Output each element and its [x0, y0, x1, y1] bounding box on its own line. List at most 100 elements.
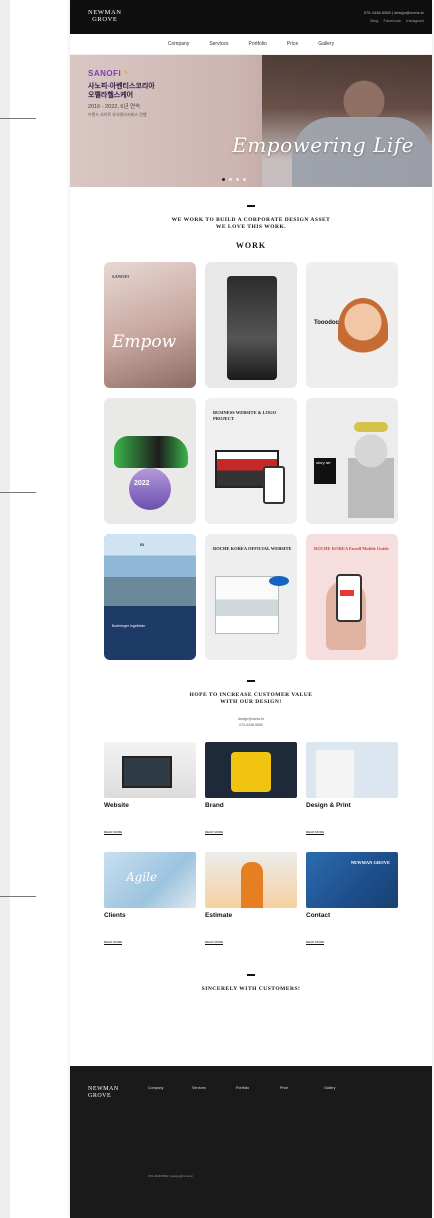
purple-circle [129, 468, 171, 510]
left-rail [0, 0, 10, 1218]
footer-contact: 070-4448-5560 | design@ncms.kr [148, 1174, 194, 1178]
footer-col-heading[interactable]: Services [192, 1086, 220, 1090]
read-more-link[interactable]: READ MORE [306, 940, 325, 945]
portfolio-card-roche-mobile[interactable]: ROCHE KOREA Enroll Mobile Guide [306, 534, 398, 660]
annotation-line [0, 492, 36, 493]
footer-col-heading[interactable]: Price [280, 1086, 308, 1090]
service-clients[interactable]: Agile Clients READ MORE [104, 852, 196, 948]
service-desc [205, 921, 297, 930]
top-contact: 070-4448-5560 | design@ncms.kr Blog Face… [363, 10, 424, 25]
nav-gallery[interactable]: Gallery [318, 41, 334, 47]
annotation-line [0, 118, 36, 119]
instagram-link[interactable]: Instagram [406, 18, 424, 23]
hero-title-line2: 오펠라헬스케어 [88, 92, 134, 99]
service-image: NEWMAN GROVE [306, 852, 398, 908]
phone-mockup [336, 574, 362, 622]
logo-line1: NEWMAN [88, 9, 122, 16]
portfolio-card-business-website[interactable]: BUSINESS WEBSITE & LOGO PROJECT [205, 398, 297, 524]
slider-dot-4[interactable] [243, 178, 246, 181]
woman-photo [338, 298, 388, 358]
motorbike-image [114, 436, 188, 468]
service-title: Design & Print [306, 802, 351, 809]
top-links: Blog Facebook Instagram [364, 17, 424, 25]
card-text: Empow [112, 332, 177, 352]
footer-col-services: Services [192, 1086, 220, 1094]
service-contact-card[interactable]: NEWMAN GROVE Contact READ MORE [306, 852, 398, 948]
service-image [306, 742, 398, 798]
slider-dots [222, 178, 246, 181]
nav-services[interactable]: Services [209, 41, 228, 47]
closing-title: SINCERELY WITH CUSTOMERS! [201, 986, 301, 992]
hero-title-line1: 사노피-아벤티스코리아 [88, 83, 155, 90]
service-desc [306, 811, 398, 820]
top-phone: 070-4448-5560 [363, 10, 391, 15]
swirl-icon: ◝ [123, 69, 128, 78]
service-email[interactable]: design@ncms.kr [238, 717, 264, 721]
hero-text: SANOFI ◝ 사노피-아벤티스코리아 오펠라헬스케어 2016 - 2022… [88, 69, 218, 118]
slider-dot-1[interactable] [222, 178, 225, 181]
service-image [205, 852, 297, 908]
service-title: Clients [104, 912, 126, 919]
desktop-mockup [215, 576, 279, 634]
service-desc [205, 811, 297, 820]
phone-mockup [263, 466, 285, 504]
work-header: WE WORK TO BUILD A CORPORATE DESIGN ASSE… [70, 205, 432, 250]
agile-text: Agile [126, 870, 158, 884]
read-more-link[interactable]: READ MORE [205, 940, 224, 945]
roche-badge [269, 576, 289, 586]
work-title-line1: WE WORK TO BUILD A CORPORATE DESIGN ASSE… [171, 217, 331, 223]
section-dash [247, 974, 255, 976]
slider-dot-2[interactable] [229, 178, 232, 181]
footer-logo[interactable]: NEWMAN GROVE [88, 1086, 119, 1100]
hero-slogan: Empowering Life [232, 133, 414, 157]
read-more-link[interactable]: READ MORE [306, 830, 325, 835]
work-title-line2: WE LOVE THIS WORK. [215, 224, 287, 230]
read-more-link[interactable]: READ MORE [104, 940, 123, 945]
facebook-link[interactable]: Facebook [384, 18, 402, 23]
read-more-link[interactable]: READ MORE [104, 830, 123, 835]
footer-col-heading[interactable]: Portfolio [236, 1086, 264, 1090]
work-label: WORK [235, 241, 267, 250]
service-brand[interactable]: Brand READ MORE [205, 742, 297, 838]
footer-col-heading[interactable]: Gallery [324, 1086, 352, 1090]
statue-image [348, 432, 394, 518]
blog-link[interactable]: Blog [370, 18, 378, 23]
nav-price[interactable]: Price [287, 41, 298, 47]
footer-logo-line2: GROVE [88, 1093, 112, 1099]
portfolio-card-tooodoc[interactable]: Tooodoc [306, 262, 398, 388]
portfolio-card-statue[interactable]: story art [306, 398, 398, 524]
service-desc [306, 921, 398, 930]
hero-title: 사노피-아벤티스코리아 오펠라헬스케어 [88, 82, 218, 100]
portfolio-card-roche-website[interactable]: ROCHE KOREA OFFICIAL WEBSITE [205, 534, 297, 660]
top-email[interactable]: design@ncms.kr [394, 10, 424, 15]
service-grid-row1: Website READ MORE Brand READ MORE Design… [70, 742, 432, 838]
phone-banner [340, 590, 354, 596]
footer-col-price: Price [280, 1086, 308, 1094]
portfolio-card-dark-phone[interactable] [205, 262, 297, 388]
nav-company[interactable]: Company [168, 41, 189, 47]
portfolio-card-boehringer[interactable]: BI Boehringer Ingelheim [104, 534, 196, 660]
section-dash [247, 680, 255, 682]
nav-portfolio[interactable]: Portfolio [249, 41, 267, 47]
service-title-line2: WITH OUR DESIGN! [220, 699, 282, 705]
newman-grove-text: NEWMAN GROVE [350, 860, 390, 865]
slider-dot-3[interactable] [236, 178, 239, 181]
read-more-link[interactable]: READ MORE [205, 830, 224, 835]
service-image [104, 742, 196, 798]
portfolio-card-sanofi[interactable]: SANOFI Empow [104, 262, 196, 388]
site-logo[interactable]: NEWMAN GROVE [88, 9, 122, 23]
service-design-print[interactable]: Design & Print READ MORE [306, 742, 398, 838]
sanofi-logo: SANOFI ◝ [88, 69, 218, 78]
service-estimate[interactable]: Estimate READ MORE [205, 852, 297, 948]
card-text: ROCHE KOREA OFFICIAL WEBSITE [213, 546, 292, 551]
hero-banner[interactable]: SANOFI ◝ 사노피-아벤티스코리아 오펠라헬스케어 2016 - 2022… [70, 55, 432, 187]
service-website[interactable]: Website READ MORE [104, 742, 196, 838]
footer-col-heading[interactable]: Company [148, 1086, 176, 1090]
card-text: story art [314, 458, 336, 484]
portfolio-card-motorbike[interactable]: 2022 [104, 398, 196, 524]
work-title: WE WORK TO BUILD A CORPORATE DESIGN ASSE… [70, 217, 432, 231]
top-bar: NEWMAN GROVE 070-4448-5560 | design@ncms… [70, 0, 432, 34]
service-title-line1: HOPE TO INCREASE CUSTOMER VALUE [189, 692, 313, 698]
card-text: Tooodoc [314, 320, 339, 326]
card-text: BUSINESS WEBSITE & LOGO PROJECT [213, 410, 277, 421]
